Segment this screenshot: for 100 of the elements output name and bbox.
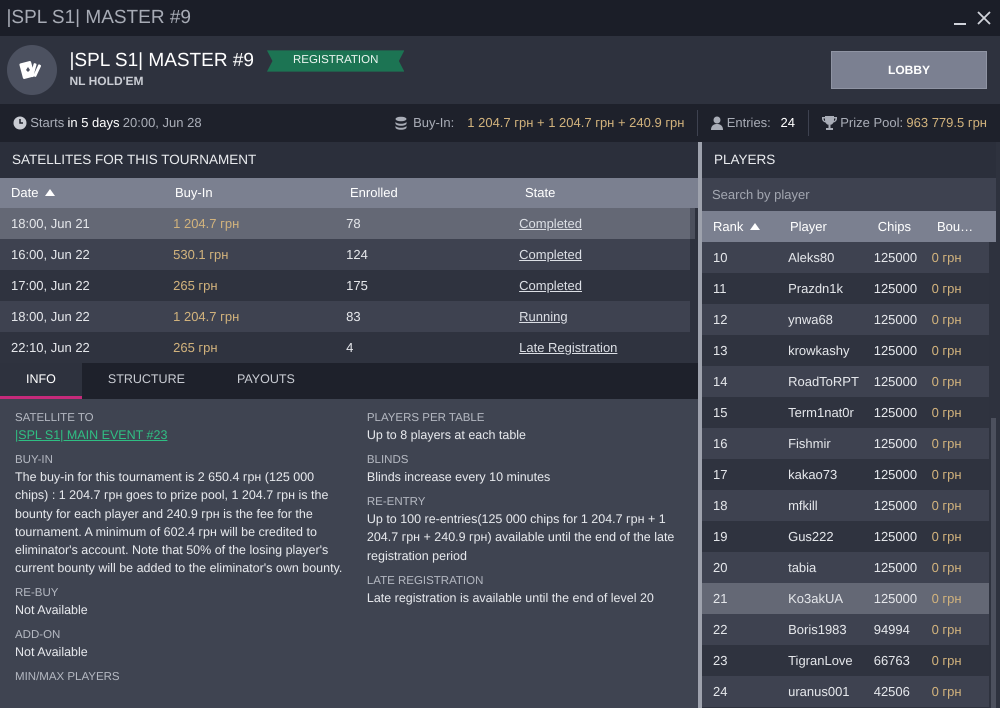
table-cell: 17:00, Jun 22 bbox=[11, 278, 90, 293]
table-cell: 265 грн bbox=[173, 278, 218, 293]
table-cell: 66763 bbox=[874, 652, 910, 668]
table-row[interactable]: 14 RoadToRPT 125000 0 грн bbox=[702, 366, 989, 397]
state-link[interactable]: Running bbox=[519, 309, 568, 324]
person-icon bbox=[711, 116, 724, 130]
table-cell: Prazdn1k bbox=[788, 280, 844, 296]
info-text: Not Available bbox=[15, 602, 89, 619]
info-label: ADD-ON bbox=[15, 628, 62, 643]
table-row[interactable]: 24 uranus001 42506 0 грн bbox=[702, 676, 989, 707]
table-cell: 18 bbox=[713, 498, 728, 513]
tournament-link[interactable]: |SPL S1| MAIN EVENT #23 bbox=[15, 428, 168, 442]
column-header[interactable]: Player bbox=[790, 216, 827, 236]
state-link[interactable]: Late Registration bbox=[519, 340, 618, 355]
table-row[interactable]: 18:00, Jun 21 1 204.7 грн 78 Completed bbox=[0, 208, 690, 240]
table-row[interactable]: 16 Fishmir 125000 0 грн bbox=[702, 428, 989, 459]
table-cell: 17 bbox=[713, 466, 728, 482]
table-cell: Gus222 bbox=[788, 528, 834, 544]
table-cell: ynwa68 bbox=[788, 312, 833, 327]
table-cell: 22:10, Jun 22 bbox=[11, 340, 90, 355]
scrollbar-thumb[interactable] bbox=[690, 208, 695, 240]
table-cell: 125000 bbox=[874, 342, 918, 358]
table-cell: 14 bbox=[713, 374, 728, 389]
table-cell: 11 bbox=[713, 280, 726, 296]
column-header[interactable]: Chips bbox=[878, 216, 911, 236]
table-cell: 0 грн bbox=[932, 312, 962, 327]
table-cell: 125000 bbox=[874, 466, 918, 482]
tab[interactable]: INFO bbox=[0, 363, 82, 400]
table-cell: RoadToRPT bbox=[788, 374, 859, 389]
table-cell: Aleks80 bbox=[788, 250, 834, 265]
table-row[interactable]: 18:00, Jun 22 1 204.7 грн 83 Running bbox=[0, 301, 690, 332]
table-cell: TigranLove bbox=[788, 652, 853, 668]
column-header[interactable]: Enrolled bbox=[350, 183, 398, 203]
table-cell: 0 грн bbox=[932, 560, 962, 575]
table-cell: uranus001 bbox=[788, 684, 850, 699]
table-cell: 0 грн bbox=[932, 684, 962, 699]
table-row[interactable]: 18 mfkill 125000 0 грн bbox=[702, 490, 989, 521]
table-cell: 0 грн bbox=[932, 652, 962, 668]
table-cell: 18:00, Jun 21 bbox=[11, 216, 90, 231]
info-label: BUY-IN bbox=[15, 453, 54, 468]
table-cell: 0 грн bbox=[932, 622, 962, 637]
table-row[interactable]: 10 Aleks80 125000 0 грн bbox=[702, 242, 989, 273]
buyin-value: 1 204.7 грн + 1 204.7 грн + 240.9 грн bbox=[467, 114, 684, 132]
table-cell: 0 грн bbox=[932, 374, 962, 389]
trophy-icon bbox=[822, 116, 838, 130]
info-text: Late registration is available until the end of level 20 bbox=[366, 590, 655, 607]
column-header[interactable]: Rank bbox=[713, 216, 760, 236]
info-text: Not Available bbox=[15, 644, 89, 661]
sort-arrow-icon bbox=[44, 189, 55, 196]
table-cell: 20 bbox=[713, 560, 728, 575]
scrollbar-thumb[interactable] bbox=[991, 418, 996, 708]
table-cell: 1 204.7 грн bbox=[173, 309, 240, 324]
table-cell: Term1nat0r bbox=[788, 404, 854, 420]
table-row[interactable]: 21 Ko3akUA 125000 0 грн bbox=[702, 583, 989, 614]
table-cell: 0 грн bbox=[932, 590, 962, 606]
starts-relative: in 5 days bbox=[67, 114, 120, 132]
table-row[interactable]: 16:00, Jun 22 530.1 грн 124 Completed bbox=[0, 239, 690, 270]
column-header[interactable]: Bou… bbox=[936, 216, 974, 236]
table-cell: 125000 bbox=[874, 436, 918, 451]
info-label: RE-BUY bbox=[15, 586, 60, 601]
start-date: 20:00, Jun 28 bbox=[122, 114, 202, 132]
table-cell: 94994 bbox=[874, 622, 910, 637]
table-cell: 125000 bbox=[874, 404, 918, 420]
table-cell: 23 bbox=[713, 652, 728, 668]
table-cell: 530.1 грн bbox=[173, 247, 228, 262]
logo-icon bbox=[6, 45, 56, 95]
tournament-name: |SPL S1| MASTER #9 bbox=[70, 50, 254, 72]
table-cell: Boris1983 bbox=[788, 622, 847, 637]
prize-label: Prize Pool: bbox=[840, 114, 904, 132]
column-header[interactable]: Date bbox=[11, 183, 55, 203]
column-header[interactable]: Buy-In bbox=[175, 183, 213, 203]
table-row[interactable]: 20 tabia 125000 0 грн bbox=[702, 552, 989, 583]
info-text: The buy-in for this tournament is 2 650.4 грн (125 000 chips) : 1 204.7 грн goes to prize pool, 1 204.7 грн is the bounty for each player and 240.9 грн is the fee for the tournament. A minimum of 602.4 грн will be credited to eliminator's account. Note that 50% of the losing player's current bounty will be added to the eliminator's own bounty. bbox=[15, 469, 344, 577]
column-header[interactable]: State bbox=[525, 183, 556, 203]
tab[interactable]: STRUCTURE bbox=[82, 363, 211, 400]
table-cell: 16 bbox=[713, 436, 728, 451]
table-cell: 125000 bbox=[874, 498, 918, 513]
table-cell: Ko3akUA bbox=[788, 590, 844, 606]
table-cell: mfkill bbox=[788, 498, 818, 513]
starts-label: Starts bbox=[30, 114, 64, 132]
entries-value: 24 bbox=[780, 114, 796, 132]
table-cell: 1 204.7 грн bbox=[173, 216, 240, 231]
table-cell: 21 bbox=[713, 590, 728, 606]
table-cell: 10 bbox=[713, 250, 728, 265]
state-link[interactable]: Completed bbox=[519, 247, 582, 262]
coins-icon bbox=[394, 116, 407, 130]
state-link[interactable]: Completed bbox=[519, 278, 582, 293]
lobby-button[interactable]: LOBBY bbox=[831, 51, 987, 89]
table-cell: 0 грн bbox=[932, 250, 962, 265]
entries-label: Entries: bbox=[726, 114, 771, 132]
table-cell: 24 bbox=[713, 684, 728, 699]
info-label: MIN/MAX PLAYERS bbox=[15, 670, 121, 686]
game-type: NL HOLD'EM bbox=[70, 72, 144, 90]
table-row[interactable]: 22 Boris1983 94994 0 грн bbox=[702, 614, 989, 645]
tab[interactable]: PAYOUTS bbox=[210, 363, 321, 400]
table-cell: 0 грн bbox=[932, 436, 962, 451]
state-link[interactable]: Completed bbox=[519, 216, 582, 231]
table-cell: 22 bbox=[713, 622, 728, 637]
table-cell: 175 bbox=[346, 278, 368, 293]
table-row[interactable]: 12 ynwa68 125000 0 грн bbox=[702, 304, 989, 335]
